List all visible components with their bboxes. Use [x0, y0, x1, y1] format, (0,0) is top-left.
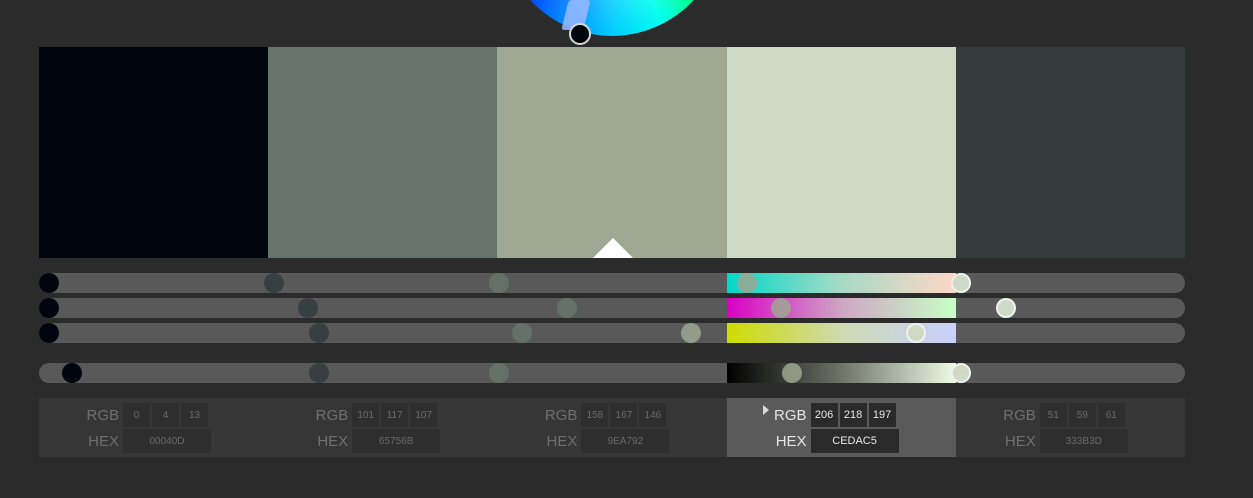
brightness-slider-gradient[interactable] [727, 363, 956, 383]
swatch-4-values: RGB 206 218 197 HEX CEDAC5 [726, 398, 956, 457]
rgb-label: RGB [774, 406, 807, 424]
red-slider-knob-5[interactable] [264, 273, 285, 293]
hex-row: HEX 00040D [39, 429, 213, 453]
red-slider-knob-3[interactable] [737, 273, 758, 293]
hex-label: HEX [775, 432, 807, 450]
color-values-panel: RGB 0 4 13 HEX 00040D RGB 101 117 107 HE… [39, 398, 1185, 457]
green-value[interactable]: 167 [610, 403, 638, 427]
blue-slider-track[interactable] [39, 323, 1185, 343]
blue-slider-knob-2[interactable] [511, 323, 532, 343]
red-value[interactable]: 0 [123, 403, 150, 427]
hex-value[interactable]: CEDAC5 [810, 429, 899, 453]
rgb-row: RGB 0 4 13 [39, 403, 210, 427]
blue-value[interactable]: 146 [639, 403, 667, 427]
blue-slider-knob-4[interactable] [906, 323, 927, 343]
blue-value[interactable]: 197 [868, 403, 896, 427]
green-slider-gradient[interactable] [727, 298, 956, 318]
swatch-2-values: RGB 101 117 107 HEX 65756B [268, 398, 497, 457]
swatch-3[interactable] [497, 47, 727, 258]
hex-label: HEX [88, 432, 119, 450]
rgb-row: RGB 158 167 146 [497, 403, 668, 427]
hex-value[interactable]: 65756B [352, 429, 441, 453]
red-value[interactable]: 158 [581, 403, 609, 427]
swatch-2[interactable] [268, 47, 498, 258]
blue-value[interactable]: 107 [410, 403, 438, 427]
brightness-slider-knob-2[interactable] [489, 363, 510, 383]
red-value[interactable]: 101 [352, 403, 380, 427]
swatch-3-values: RGB 158 167 146 HEX 9EA792 [497, 398, 726, 457]
blue-slider-knob-1[interactable] [39, 323, 59, 343]
palette-editor: RGB 0 4 13 HEX 00040D RGB 101 117 107 HE… [0, 0, 1253, 498]
rgb-label: RGB [86, 406, 119, 424]
red-value[interactable]: 51 [1039, 403, 1067, 427]
green-slider-track[interactable] [39, 298, 1185, 318]
rgb-row: RGB 206 218 197 [727, 403, 898, 427]
rgb-row: RGB 51 59 61 [956, 403, 1127, 427]
hex-row: HEX 333B3D [956, 429, 1130, 453]
hex-value[interactable]: 333B3D [1039, 429, 1128, 453]
blue-value[interactable]: 61 [1097, 403, 1125, 427]
green-slider-knob-1[interactable] [39, 298, 59, 318]
swatch-row [39, 47, 1185, 258]
blue-slider-knob-3[interactable] [680, 323, 701, 343]
color-wheel-shade [501, 0, 723, 36]
active-swatch-caret-icon [593, 238, 634, 258]
brightness-slider-track[interactable] [39, 363, 1185, 383]
brightness-slider-knob-1[interactable] [61, 363, 82, 383]
color-wheel-handle[interactable] [569, 23, 591, 45]
rgb-label: RGB [544, 406, 578, 424]
hex-label: HEX [1004, 432, 1036, 450]
hex-label: HEX [317, 432, 349, 450]
green-slider-knob-5[interactable] [297, 298, 318, 318]
hex-row: HEX CEDAC5 [727, 429, 901, 453]
rgb-label: RGB [315, 406, 349, 424]
green-slider-knob-2[interactable] [556, 298, 577, 318]
hex-label: HEX [546, 432, 578, 450]
green-value[interactable]: 59 [1068, 403, 1096, 427]
hex-row: HEX 9EA792 [497, 429, 671, 453]
green-value[interactable]: 218 [839, 403, 867, 427]
blue-slider-knob-5[interactable] [309, 323, 330, 343]
hex-row: HEX 65756B [268, 429, 442, 453]
red-slider-knob-4[interactable] [951, 273, 972, 293]
green-value[interactable]: 117 [381, 403, 409, 427]
brightness-slider-knob-5[interactable] [309, 363, 330, 383]
hex-value[interactable]: 00040D [123, 429, 211, 453]
swatch-5[interactable] [955, 47, 1185, 258]
red-slider-knob-1[interactable] [39, 273, 59, 293]
swatch-1[interactable] [39, 47, 269, 258]
rgb-row: RGB 101 117 107 [268, 403, 439, 427]
swatch-1-values: RGB 0 4 13 HEX 00040D [39, 398, 268, 457]
hex-value[interactable]: 9EA792 [581, 429, 670, 453]
rgb-label: RGB [1003, 406, 1036, 424]
red-slider-knob-2[interactable] [489, 273, 510, 293]
swatch-4[interactable] [726, 47, 956, 258]
red-slider-gradient[interactable] [727, 273, 956, 293]
red-value[interactable]: 206 [810, 403, 838, 427]
green-slider-knob-3[interactable] [770, 298, 791, 318]
red-slider-track[interactable] [39, 273, 1185, 293]
brightness-slider-knob-4[interactable] [951, 363, 972, 383]
green-value[interactable]: 4 [152, 403, 179, 427]
green-slider-knob-4[interactable] [996, 298, 1017, 318]
blue-value[interactable]: 13 [181, 403, 208, 427]
color-wheel[interactable] [501, 0, 723, 36]
swatch-5-values: RGB 51 59 61 HEX 333B3D [956, 398, 1185, 457]
